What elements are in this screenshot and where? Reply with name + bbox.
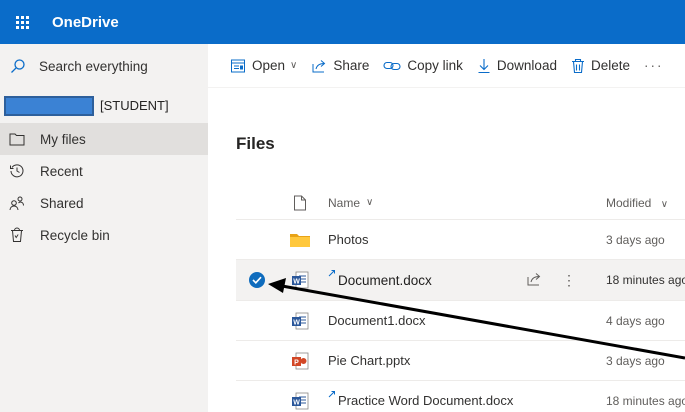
file-name[interactable]: Practice Word Document.docx [338,393,513,408]
row-actions: ⋮ [526,271,576,290]
search-icon [10,58,26,74]
new-file-icon [328,390,336,398]
open-label: Open [252,58,286,73]
file-type-header-icon[interactable] [290,193,310,213]
more-actions-icon[interactable]: ⋮ [562,272,576,289]
file-name[interactable]: Document1.docx [328,313,426,328]
people-icon [9,195,25,211]
new-file-icon [328,269,336,277]
list-item-selected[interactable]: W Document.docx ⋮ 18 minutes ago [236,260,685,301]
search-box[interactable]: Search everything [0,44,208,88]
share-label: Share [333,58,370,73]
sidebar-item-label: Recycle bin [40,227,110,243]
user-label: [STUDENT] [100,98,169,113]
delete-label: Delete [590,58,630,73]
copy-link-button[interactable]: Copy link [383,58,463,73]
sidebar-item-my-files[interactable]: My files [0,123,208,155]
link-icon [383,59,401,73]
modified-header-label: Modified [606,195,652,210]
file-name-cell: Practice Word Document.docx [328,390,513,408]
app-title[interactable]: OneDrive [52,14,119,31]
app-launcher-icon[interactable] [0,0,44,44]
list-item[interactable]: P Pie Chart.pptx 3 days ago [236,341,685,381]
search-label: Search everything [39,58,148,74]
more-options-button[interactable]: ··· [644,58,664,73]
modified-date: 3 days ago [606,353,665,368]
modified-column-header[interactable]: Modified ∨ [606,196,668,210]
sidebar-item-recent[interactable]: Recent [0,155,208,187]
sidebar: Search everything [STUDENT] My files Rec… [0,44,208,412]
copy-link-label: Copy link [407,58,463,73]
file-name[interactable]: Pie Chart.pptx [328,353,410,368]
open-button[interactable]: Open ∨ [230,58,297,74]
list-header: Name ∨ Modified ∨ [236,186,685,220]
download-button[interactable]: Download [477,58,557,74]
page-title: Files [236,134,275,153]
svg-text:W: W [293,319,300,326]
delete-button[interactable]: Delete [571,58,630,74]
svg-text:W: W [293,278,300,285]
word-file-icon: W [290,391,310,411]
powerpoint-file-icon: P [290,351,310,371]
sidebar-item-label: Recent [40,163,83,179]
trash-icon [9,227,25,243]
redacted-name [4,95,94,116]
chevron-down-icon: ∨ [660,198,669,210]
share-icon[interactable] [526,271,542,290]
svg-text:P: P [294,359,299,366]
modified-date: 18 minutes ago [606,393,685,408]
top-bar: OneDrive [0,0,685,44]
modified-date: 3 days ago [606,232,665,247]
modified-date: 4 days ago [606,313,665,328]
file-list: Name ∨ Modified ∨ Photos 3 days ago W Do… [236,186,685,412]
list-item[interactable]: Photos 3 days ago [236,220,685,260]
clock-icon [9,163,25,179]
folder-icon [290,230,310,250]
word-file-icon: W [290,311,310,331]
sidebar-item-recycle-bin[interactable]: Recycle bin [0,219,208,251]
file-name[interactable]: Photos [328,232,368,247]
folder-icon [9,131,25,147]
sidebar-item-label: My files [40,131,86,147]
share-icon [311,58,327,74]
chevron-down-icon: ∨ [366,197,374,208]
chevron-down-icon: ∨ [290,60,298,71]
word-file-icon: W [290,270,310,290]
download-icon [477,58,491,74]
name-header-label: Name [328,195,361,210]
sidebar-item-shared[interactable]: Shared [0,187,208,219]
trash-icon [571,58,585,74]
list-item[interactable]: W Practice Word Document.docx 18 minutes… [236,381,685,412]
user-account[interactable]: [STUDENT] [0,88,208,123]
file-name[interactable]: Document.docx [338,273,432,288]
name-column-header[interactable]: Name ∨ [328,196,373,210]
open-icon [230,58,246,74]
command-bar: Open ∨ Share Copy link Download Delete ·… [208,44,685,88]
download-label: Download [496,58,557,73]
sidebar-item-label: Shared [40,195,84,211]
share-button[interactable]: Share [311,58,369,74]
row-checkbox[interactable] [248,271,266,289]
modified-date: 18 minutes ago [606,273,685,287]
svg-text:W: W [293,399,300,406]
checkmark-icon [249,272,265,288]
file-name-cell: Document.docx [328,270,432,288]
list-item[interactable]: W Document1.docx 4 days ago [236,301,685,341]
